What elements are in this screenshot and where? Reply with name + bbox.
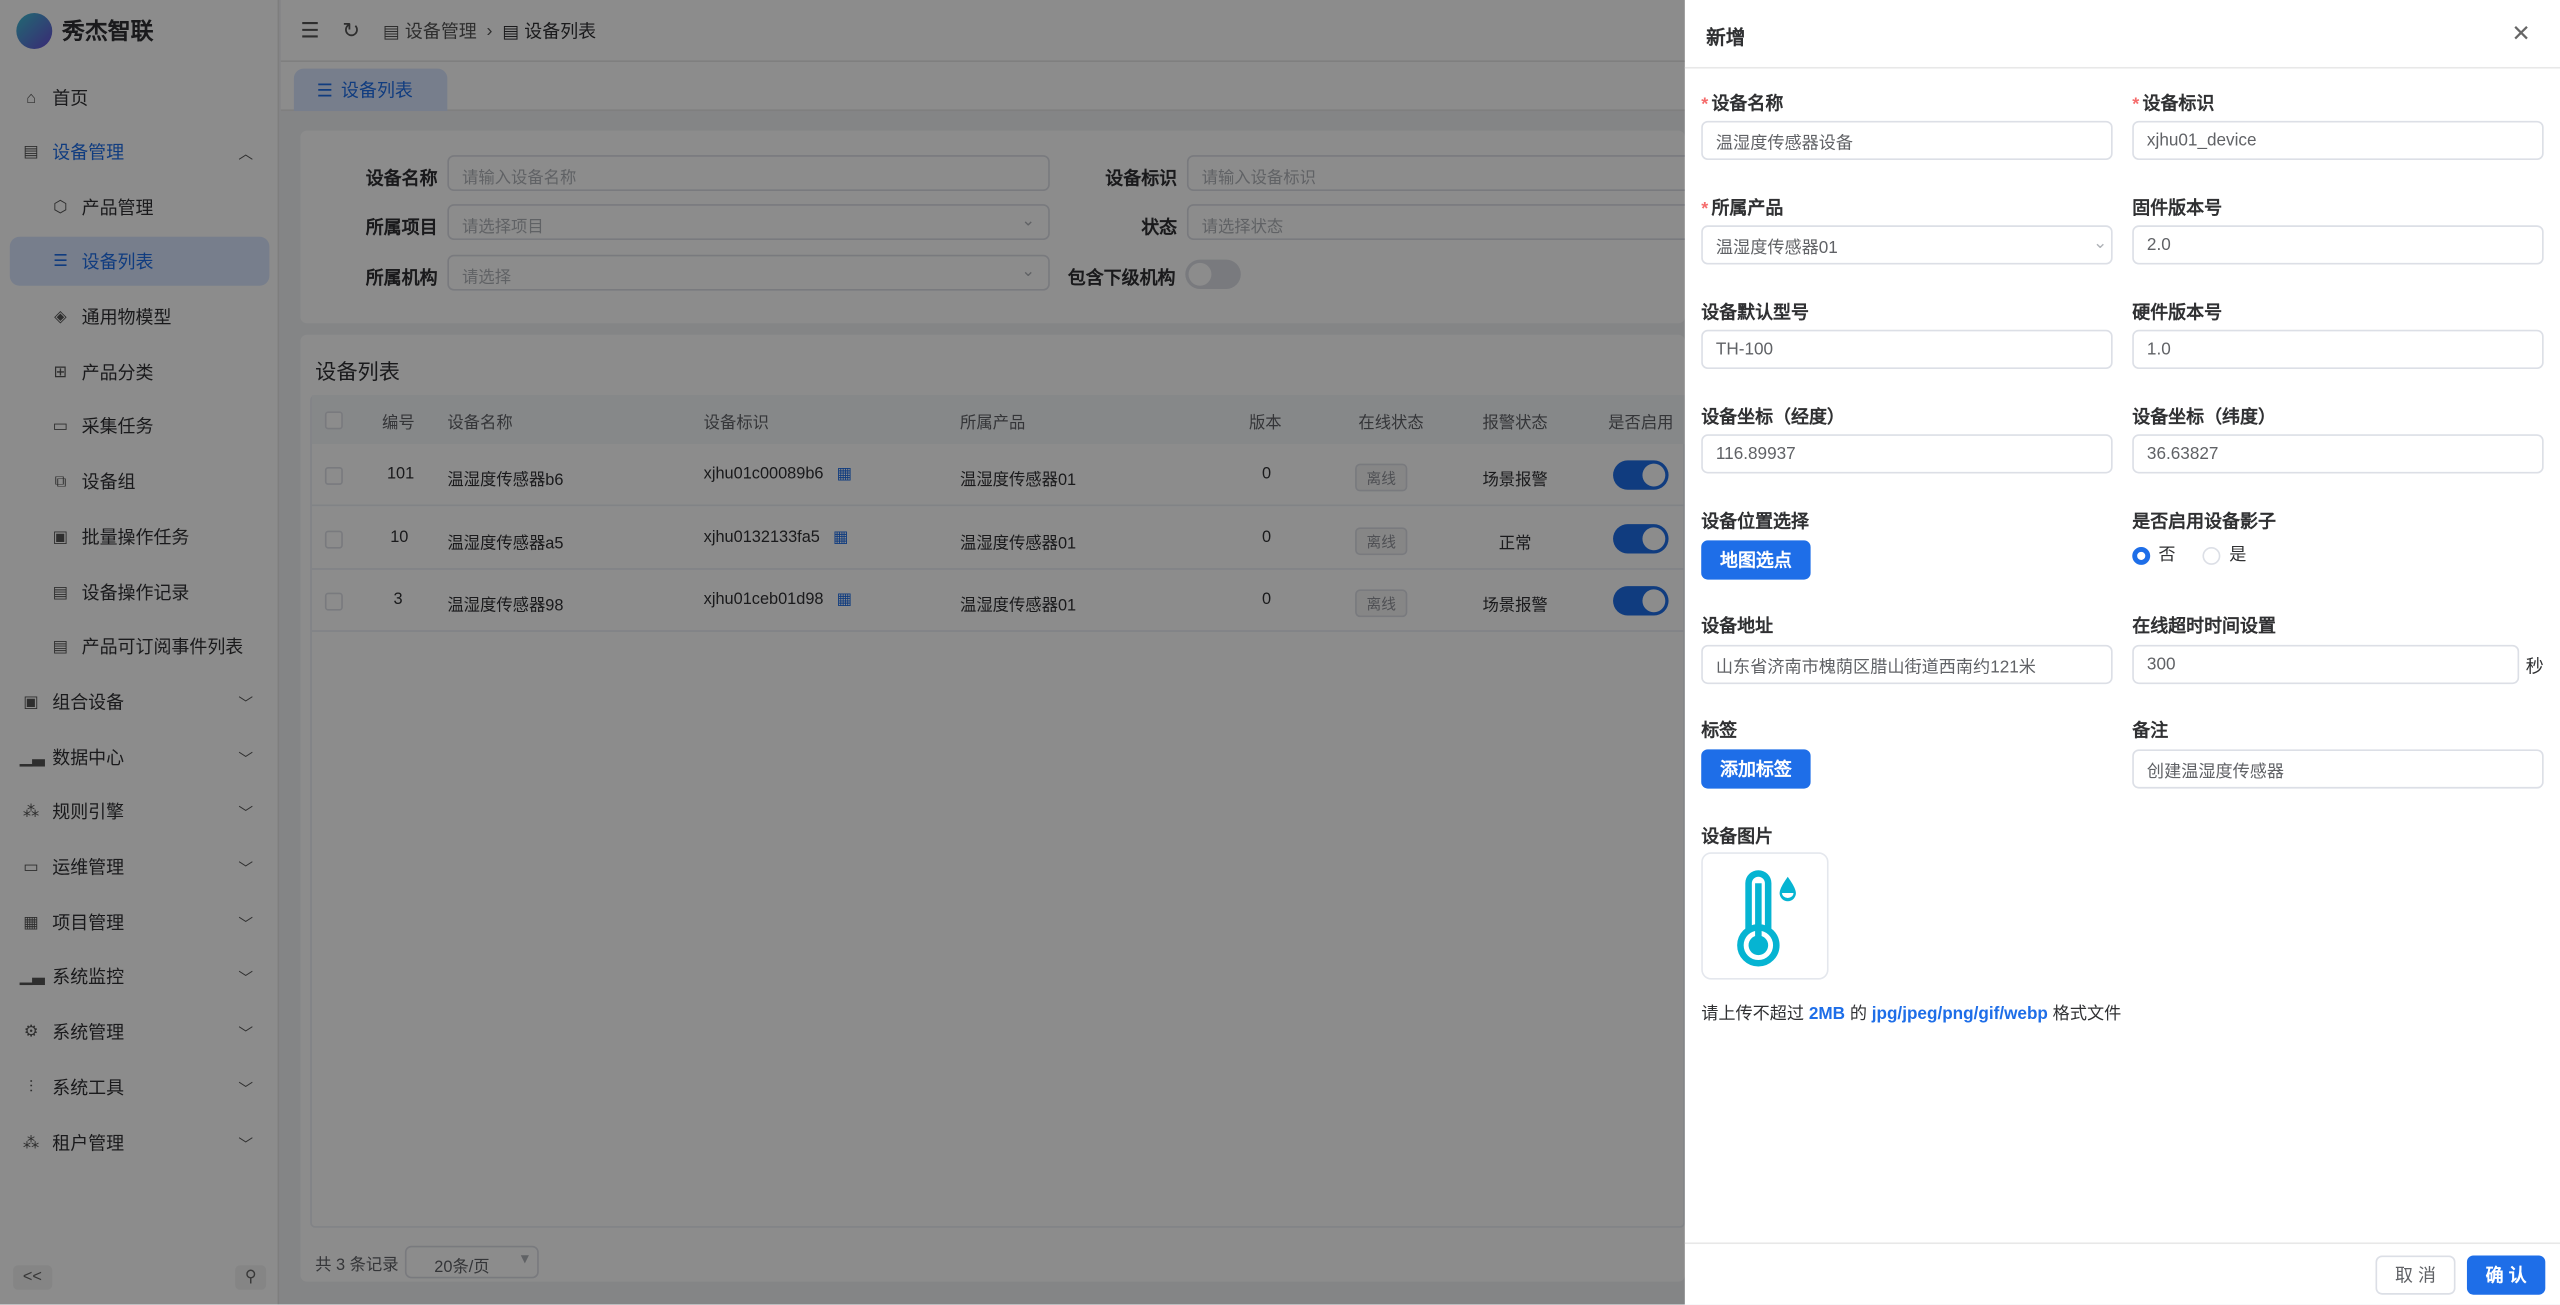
field-label-text: 固件版本号: [2132, 199, 2223, 219]
field-label-text: 设备默认型号: [1701, 303, 1809, 324]
address-input[interactable]: 山东省济南市槐荫区腊山街道西南约121米: [1701, 644, 2113, 685]
radio-no[interactable]: 否: [2132, 545, 2176, 565]
lng-input[interactable]: 116.89937: [1701, 434, 2113, 474]
name-label: * 设备名称: [1701, 90, 1783, 116]
lat-label: 设备坐标（纬度）: [2132, 403, 2276, 429]
modal-overlay[interactable]: [0, 0, 1685, 1305]
lat-input[interactable]: 36.63827: [2132, 434, 2544, 474]
field-label-text: 设备图片: [1701, 827, 1774, 848]
product-input[interactable]: 温湿度传感器01: [1701, 225, 2113, 265]
chevron-down-icon: ⌄: [2093, 233, 2108, 254]
location-label: 设备位置选择: [1701, 508, 1809, 534]
remark-input[interactable]: 创建温湿度传感器: [2132, 749, 2544, 789]
product-label: * 所属产品: [1701, 194, 1783, 220]
key-input[interactable]: xjhu01_device: [2132, 120, 2544, 160]
radio-button: [2132, 546, 2151, 565]
close-icon[interactable]: ✕: [2511, 20, 2530, 48]
device-image-upload[interactable]: [1701, 852, 1829, 980]
field-label-text: 设备坐标（纬度）: [2132, 408, 2276, 428]
hardware-input[interactable]: 1.0: [2132, 329, 2544, 369]
model-value: TH-100: [1715, 339, 1774, 360]
firmware-input[interactable]: 2.0: [2132, 225, 2544, 265]
upload-tip-text: 请上传不超过: [1701, 1004, 1805, 1024]
upload-formats: jpg/jpeg/png/gif/webp: [1871, 1004, 2048, 1024]
timeout-label: 在线超时时间设置: [2132, 612, 2276, 638]
shadow-radio-group: 否 是: [2132, 542, 2246, 566]
lat-value: 36.63827: [2146, 444, 2219, 464]
address-label: 设备地址: [1701, 612, 1773, 638]
name-value: 温湿度传感器设备: [1715, 133, 1854, 154]
image-label: 设备图片: [1701, 823, 1773, 849]
field-label-text: 设备名称: [1711, 94, 1784, 115]
field-label-text: 备注: [2132, 721, 2169, 742]
radio-button: [2203, 546, 2222, 565]
radio-yes[interactable]: 是: [2203, 545, 2246, 565]
upload-tip-text: 格式文件: [2052, 1004, 2122, 1024]
field-label-text: 硬件版本号: [2132, 303, 2223, 324]
upload-tip-text: 的: [1849, 1004, 1867, 1024]
field-label-text: 设备标识: [2142, 94, 2215, 115]
upload-size-limit: 2MB: [1808, 1004, 1846, 1024]
lng-value: 116.89937: [1715, 444, 1796, 464]
shadow-label: 是否启用设备影子: [2132, 508, 2276, 534]
map-select-button[interactable]: 地图选点: [1701, 540, 1811, 580]
field-label-text: 设备坐标（经度）: [1701, 408, 1845, 428]
field-label-text: 所属产品: [1711, 199, 1784, 219]
radio-label: 否: [2158, 545, 2176, 565]
field-label-text: 在线超时时间设置: [2132, 617, 2276, 637]
required-mark: *: [2132, 94, 2140, 115]
hardware-label: 硬件版本号: [2132, 299, 2222, 325]
timeout-unit: 秒: [2525, 657, 2544, 678]
firmware-value: 2.0: [2146, 235, 2171, 255]
timeout-value: 300: [2146, 654, 2176, 675]
remark-value: 创建温湿度传感器: [2146, 762, 2285, 783]
drawer-title: 新增: [1706, 26, 1746, 49]
required-mark: *: [1701, 199, 1709, 219]
thermometer-icon: [1737, 870, 1796, 967]
lng-label: 设备坐标（经度）: [1701, 403, 1845, 429]
product-value: 温湿度传感器01: [1715, 238, 1838, 258]
cancel-button[interactable]: 取 消: [2375, 1255, 2456, 1295]
field-label-text: 设备位置选择: [1701, 512, 1809, 533]
upload-tip: 请上传不超过 2MB 的 jpg/jpeg/png/gif/webp 格式文件: [1701, 1001, 2121, 1025]
key-label: * 设备标识: [2132, 90, 2214, 116]
model-label: 设备默认型号: [1701, 299, 1809, 325]
remark-label: 备注: [2132, 717, 2168, 743]
firmware-label: 固件版本号: [2132, 194, 2222, 220]
add-device-drawer: 新增 ✕ * 设备名称 * 设备标识 温湿度传感器设备 xjhu01_device * 所属产…: [1684, 0, 2560, 1305]
name-input[interactable]: 温湿度传感器设备: [1701, 120, 2113, 160]
timeout-input[interactable]: 300: [2132, 644, 2520, 685]
required-mark: *: [1701, 94, 1709, 115]
tags-label: 标签: [1701, 717, 1737, 743]
address-value: 山东省济南市槐荫区腊山街道西南约121米: [1715, 657, 2036, 678]
drawer-header: 新增 ✕: [1684, 0, 2560, 69]
radio-label: 是: [2229, 545, 2247, 565]
add-tag-button[interactable]: 添加标签: [1701, 749, 1811, 789]
drawer-footer: 取 消 确 认: [1684, 1242, 2560, 1304]
field-label-text: 标签: [1701, 721, 1738, 742]
hardware-value: 1.0: [2146, 339, 2171, 360]
field-label-text: 设备地址: [1701, 617, 1774, 637]
field-label-text: 是否启用设备影子: [2132, 512, 2276, 533]
key-value: xjhu01_device: [2146, 130, 2257, 151]
model-input[interactable]: TH-100: [1701, 329, 2113, 369]
confirm-button[interactable]: 确 认: [2466, 1255, 2546, 1295]
